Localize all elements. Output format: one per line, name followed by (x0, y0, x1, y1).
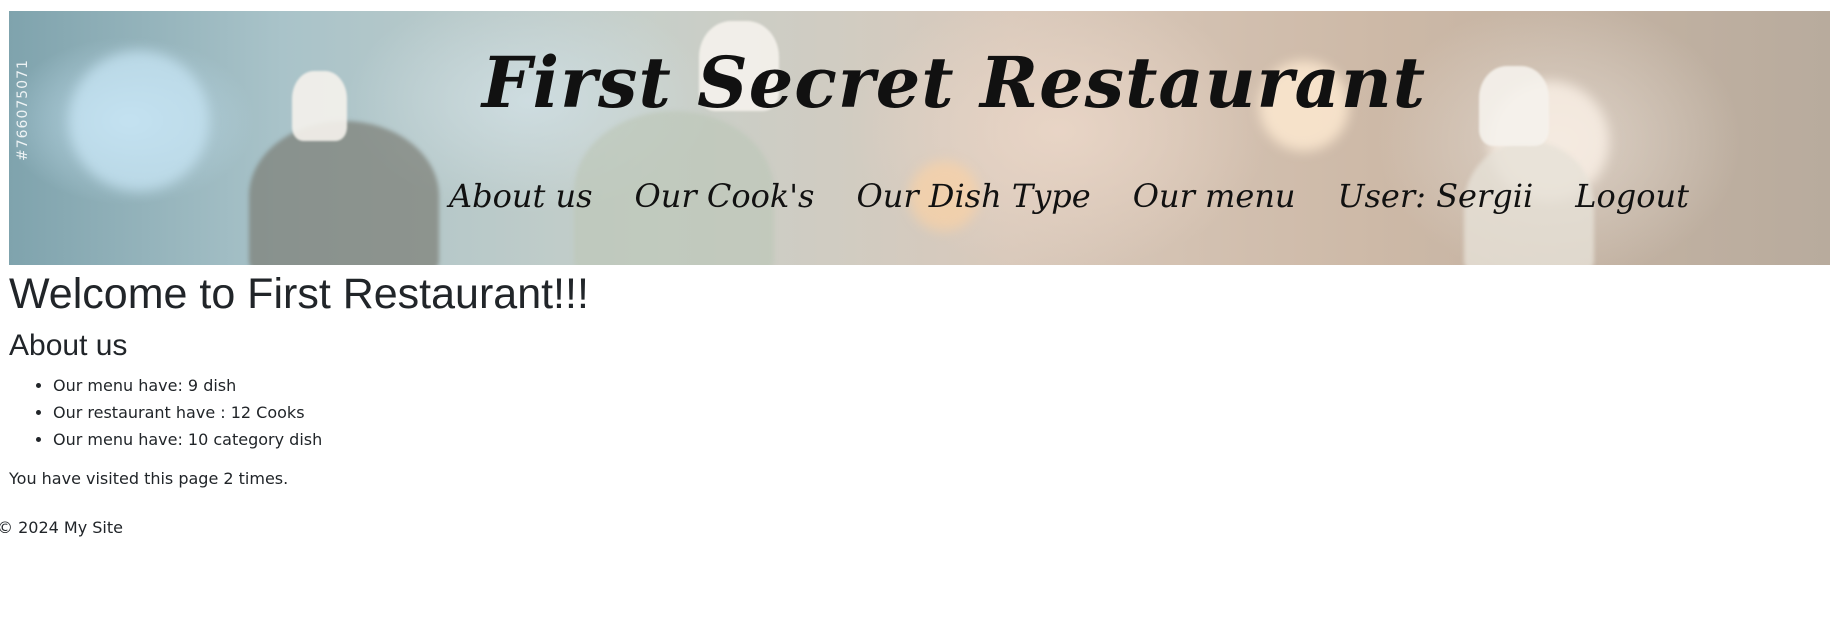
nav-our-cooks[interactable]: Our Cook's (635, 177, 815, 215)
nav-user[interactable]: User: Sergii (1338, 177, 1534, 215)
nav-logout[interactable]: Logout (1575, 177, 1689, 215)
nav-about-us[interactable]: About us (449, 177, 593, 215)
nav-our-dish-type[interactable]: Our Dish Type (856, 177, 1090, 215)
list-item: Our menu have: 9 dish (53, 372, 1809, 399)
main-nav: About us Our Cook's Our Dish Type Our me… (449, 177, 1689, 215)
page: #766075071 First Secret Restaurant About… (0, 0, 1830, 618)
header-banner: #766075071 First Secret Restaurant About… (9, 11, 1830, 265)
visit-counter: You have visited this page 2 times. (9, 469, 289, 488)
section-title-about-us: About us (9, 329, 128, 362)
nav-our-menu[interactable]: Our menu (1133, 177, 1296, 215)
list-item: Our restaurant have : 12 Cooks (53, 399, 1809, 426)
list-item: Our menu have: 10 category dish (53, 426, 1809, 453)
page-title: Welcome to First Restaurant!!! (9, 270, 589, 318)
main-content: Welcome to First Restaurant!!! About us … (9, 268, 1809, 491)
site-title: First Secret Restaurant (481, 41, 1427, 124)
footer: © 2024 My Site (0, 518, 123, 537)
chef-figure (249, 121, 439, 265)
facts-list: Our menu have: 9 dish Our restaurant hav… (9, 372, 1809, 453)
